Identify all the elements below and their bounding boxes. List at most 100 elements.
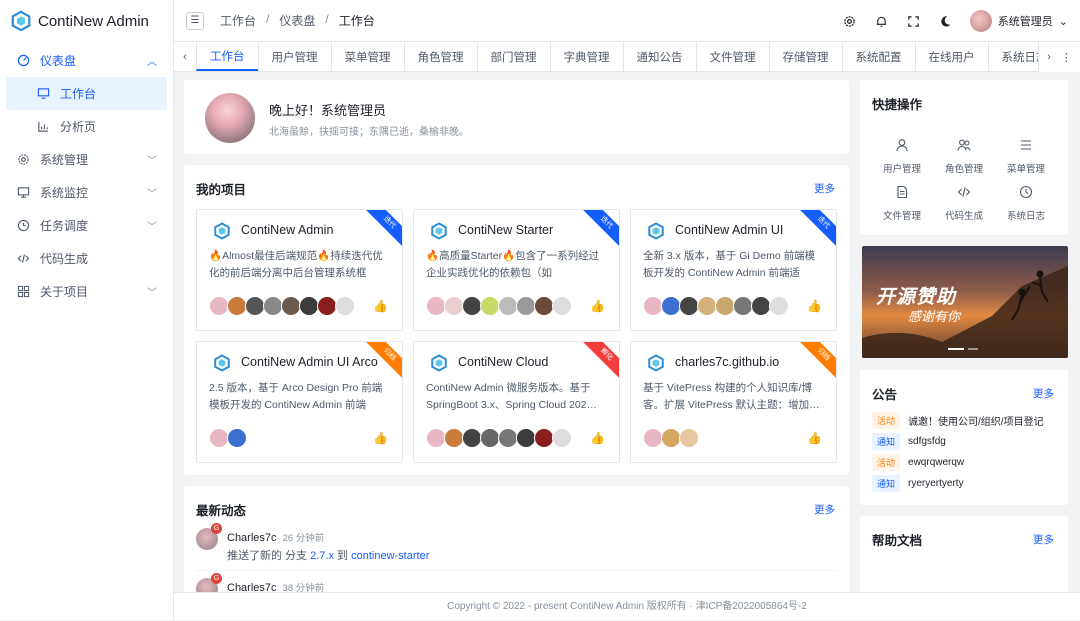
project-card[interactable]: ContiNew Admin UI Arco 2.5 版本，基于 Arco De… [196,341,403,463]
project-name: charles7c.github.io [675,355,780,369]
avatar [643,428,663,448]
project-name: ContiNew Admin UI Arco [241,355,378,369]
notice-item[interactable]: 通知 ryeryertyerty [872,475,964,492]
quick-user-manage[interactable]: 用户管理 [872,133,932,175]
sponsor-banner[interactable]: 开源赞助 感谢有你 [862,246,1068,358]
avatar [516,428,536,448]
project-status-ribbon: 孵化 [579,342,619,382]
tabs-scroll-controls: › ⋮ [1038,42,1080,72]
tab-role[interactable]: 角色管理 [403,42,477,71]
bell-icon[interactable] [874,13,890,29]
tab-config[interactable]: 系统配置 [841,42,915,71]
sidebar-item-dashboard[interactable]: 仪表盘 ︿ [0,44,173,77]
projects-card: 我的项目 更多 ContiNew Admin 🔥Almost最佳后端规范🔥持续迭… [184,165,849,475]
project-card[interactable]: ContiNew Admin UI 全新 3.x 版本，基于 Gi Demo 前… [630,209,837,331]
user-icon [890,133,914,157]
notice-item[interactable]: 活动 诚邀！使用公司/组织/项目登记 [872,412,1044,429]
gitee-badge: G [211,523,222,534]
project-logo-icon [431,222,447,240]
notice-item[interactable]: 活动 ewqrqwerqw [872,454,964,471]
dynamics-more-link[interactable]: 更多 [814,502,835,517]
settings-icon[interactable] [842,13,858,29]
project-card[interactable]: ContiNew Starter 🔥高质量Starter🔥包含了一系列经过企业实… [413,209,620,331]
notice-item[interactable]: 通知 sdfgsfdg [872,433,946,450]
dynamic-to: 到 [337,550,349,562]
tab-dict[interactable]: 字典管理 [549,42,623,71]
sidebar-item-workbench[interactable]: 工作台 [6,77,167,110]
logo-icon [11,10,31,32]
help-title: 帮助文档 [872,534,923,548]
contributors [209,296,355,316]
dynamic-action: 推送了新的 分支 [227,550,308,562]
contributors [426,428,572,448]
quick-role-manage[interactable]: 角色管理 [934,133,994,175]
sidebar-item-system[interactable]: 系统管理 ﹀ [0,143,173,176]
sidebar-item-label: 工作台 [60,87,97,101]
thumbs-up-icon[interactable]: 👍 [373,299,388,313]
tab-menu[interactable]: 菜单管理 [330,42,404,71]
sidebar-item-about[interactable]: 关于项目 ﹀ [0,275,173,308]
quick-system-log[interactable]: 系统日志 [996,180,1056,222]
breadcrumb-item[interactable]: 工作台 [220,12,256,29]
quick-label: 文件管理 [882,211,921,222]
thumbs-up-icon[interactable]: 👍 [807,431,822,445]
notice-more-link[interactable]: 更多 [1033,386,1054,401]
user-menu[interactable]: 系统管理员 ⌄ [969,10,1068,32]
thumbs-up-icon[interactable]: 👍 [807,299,822,313]
more-tabs-icon[interactable]: ⋮ [1061,51,1072,64]
collapse-menu-icon[interactable]: ☰ [186,11,204,30]
sidebar-item-codegen[interactable]: 代码生成 [0,242,173,275]
chevron-up-icon: ︿ [147,57,157,68]
quick-file-manage[interactable]: 文件管理 [872,180,932,222]
project-name: ContiNew Admin UI [675,223,784,237]
quick-label: 用户管理 [882,164,921,175]
avatar [462,296,482,316]
branch-link[interactable]: 2.7.x [310,550,334,562]
sidebar-item-schedule[interactable]: 任务调度 ﹀ [0,209,173,242]
tab-file[interactable]: 文件管理 [695,42,769,71]
gear-icon [16,153,30,167]
dynamic-user[interactable]: Charles7c 26 分钟前 [227,530,324,544]
app-logo[interactable]: ContiNew Admin [0,0,173,42]
help-more-link[interactable]: 更多 [1033,532,1054,547]
avatar [552,296,572,316]
chevron-down-icon: ⌄ [1058,15,1068,28]
notice-tag: 通知 [872,433,901,450]
tab-workbench[interactable]: 工作台 [196,42,258,71]
repo-link[interactable]: continew-starter [351,550,429,562]
chevron-right-icon[interactable]: › [1047,51,1051,63]
carousel-dots[interactable] [948,348,978,350]
chevron-left-icon[interactable]: ‹ [174,42,196,71]
tab-notice[interactable]: 通知公告 [622,42,696,71]
avatar [335,296,355,316]
projects-title: 我的项目 [196,183,247,197]
fullscreen-icon[interactable] [906,13,922,29]
quick-label: 代码生成 [944,211,983,222]
project-card[interactable]: ContiNew Cloud ContiNew Admin 微服务版本。基于 S… [413,341,620,463]
projects-more-link[interactable]: 更多 [814,181,835,196]
sidebar-item-analysis[interactable]: 分析页 [6,110,167,143]
quick-codegen[interactable]: 代码生成 [934,180,994,222]
project-desc: 🔥Almost最佳后端规范🔥持续迭代优化的前后端分离中后台管理系统框架… [209,250,383,279]
dark-mode-icon[interactable] [938,13,954,29]
project-card[interactable]: charles7c.github.io 基于 VitePress 构建的个人知识… [630,341,837,463]
tab-dept[interactable]: 部门管理 [476,42,550,71]
breadcrumb: 工作台 / 仪表盘 / 工作台 [220,12,375,29]
monitor-icon [36,87,50,101]
notice-tag: 活动 [872,454,901,471]
project-card[interactable]: ContiNew Admin 🔥Almost最佳后端规范🔥持续迭代优化的前后端分… [196,209,403,331]
sidebar-item-label: 任务调度 [40,219,89,233]
tab-online[interactable]: 在线用户 [914,42,988,71]
thumbs-up-icon[interactable]: 👍 [373,431,388,445]
breadcrumb-item[interactable]: 仪表盘 [279,12,315,29]
quick-menu-manage[interactable]: 菜单管理 [996,133,1056,175]
menu-icon [1014,133,1038,157]
sidebar-item-monitor[interactable]: 系统监控 ﹀ [0,176,173,209]
avatar [969,10,992,32]
thumbs-up-icon[interactable]: 👍 [590,299,605,313]
tab-user[interactable]: 用户管理 [257,42,331,71]
tab-storage[interactable]: 存储管理 [768,42,842,71]
thumbs-up-icon[interactable]: 👍 [590,431,605,445]
banner-subtitle: 感谢有你 [908,309,961,324]
chevron-down-icon: ﹀ [147,222,157,233]
